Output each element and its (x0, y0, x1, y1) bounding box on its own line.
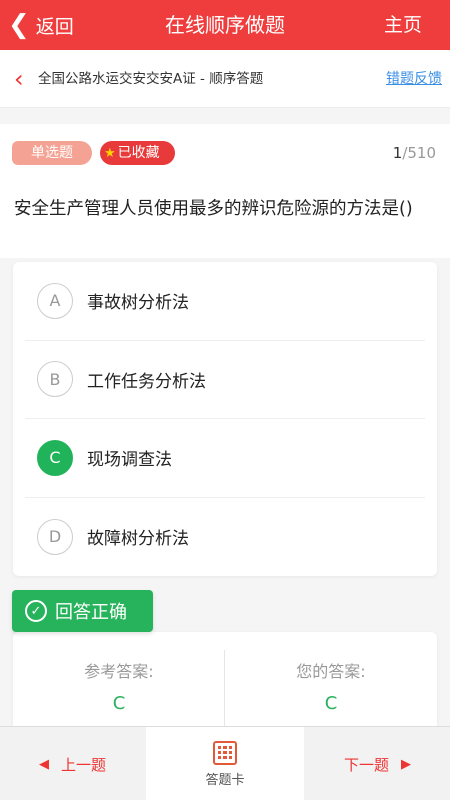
breadcrumb: ‹ 全国公路水运交安交安A证 - 顺序答题 错题反馈 (0, 50, 450, 108)
reference-answer-label: 参考答案: (84, 662, 154, 681)
triangle-left-icon: ◀ (38, 756, 49, 772)
chevron-left-icon[interactable]: ‹ (14, 66, 36, 92)
option-letter: B (37, 361, 73, 398)
favorite-label: 已收藏 (117, 145, 160, 161)
options-list: A 事故树分析法 B 工作任务分析法 C 现场调查法 D 故障树分析法 (13, 262, 437, 576)
question-text: 安全生产管理人员使用最多的辨识危险源的方法是() (0, 184, 450, 258)
your-answer: 您的答案: C (225, 632, 437, 732)
star-icon: ★ (104, 146, 116, 161)
next-label: 下一题 (343, 755, 389, 774)
option-a[interactable]: A 事故树分析法 (25, 262, 425, 341)
option-letter: A (37, 282, 73, 319)
option-text: 现场调查法 (87, 450, 172, 471)
answer-comparison: 参考答案: C 您的答案: C (13, 632, 437, 732)
reference-answer-value: C (112, 693, 126, 714)
back-label: 返回 (35, 15, 74, 38)
option-b[interactable]: B 工作任务分析法 (25, 341, 425, 419)
option-letter: C (37, 439, 73, 476)
answer-result-badge: ✓ 回答正确 (12, 590, 153, 632)
result-label: 回答正确 (55, 602, 127, 623)
top-navbar: ❮ 返回 在线顺序做题 主页 (0, 0, 450, 50)
check-circle-icon: ✓ (25, 600, 47, 622)
option-text: 故障树分析法 (87, 529, 189, 550)
question-counter: 1/510 (393, 141, 436, 165)
total-count: /510 (402, 144, 436, 162)
option-text: 工作任务分析法 (87, 371, 206, 392)
prev-label: 上一题 (60, 755, 106, 774)
current-index: 1 (392, 144, 403, 162)
reference-answer: 参考答案: C (13, 632, 225, 732)
option-d[interactable]: D 故障树分析法 (25, 498, 425, 577)
answer-card-button[interactable]: 答题卡 (146, 727, 304, 800)
home-button[interactable]: 主页 (384, 0, 422, 50)
question-type-badge: 单选题 (12, 141, 92, 165)
option-text: 事故树分析法 (87, 293, 189, 314)
your-answer-value: C (324, 693, 338, 714)
prev-question-button[interactable]: ◀ 上一题 (0, 727, 145, 800)
option-letter: D (37, 518, 73, 555)
your-answer-label: 您的答案: (296, 662, 366, 681)
breadcrumb-text: 全国公路水运交安交安A证 - 顺序答题 (38, 71, 264, 87)
next-question-button[interactable]: 下一题 ▶ (305, 727, 450, 800)
answer-card-label: 答题卡 (205, 772, 245, 788)
question-header: 单选题 ★ 已收藏 1/510 (0, 124, 450, 184)
grid-icon (213, 740, 237, 765)
option-c[interactable]: C 现场调查法 (25, 419, 425, 498)
chevron-left-icon: ❮ (8, 10, 30, 40)
error-feedback-link[interactable]: 错题反馈 (386, 50, 442, 108)
back-button[interactable]: ❮ 返回 (8, 0, 74, 50)
favorite-button[interactable]: ★ 已收藏 (100, 141, 175, 165)
bottom-navbar: ◀ 上一题 答题卡 下一题 ▶ (0, 726, 450, 800)
triangle-right-icon: ▶ (401, 756, 411, 772)
